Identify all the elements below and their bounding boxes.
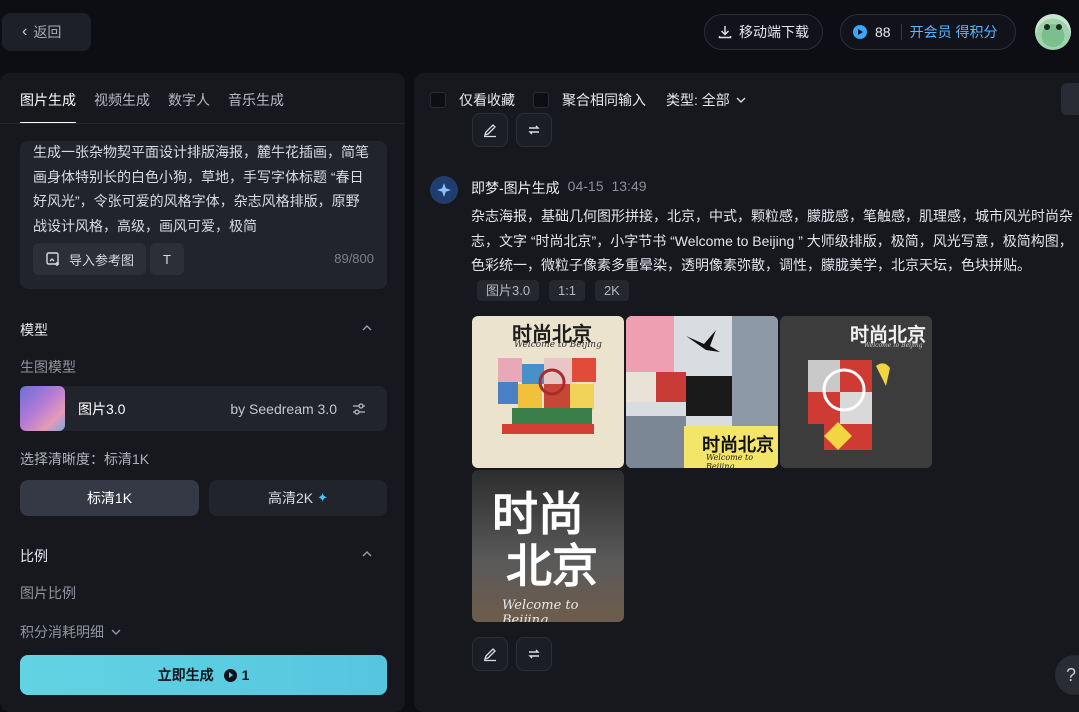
- tab-video-generation[interactable]: 视频生成: [94, 90, 150, 124]
- tab-image-generation[interactable]: 图片生成: [20, 90, 76, 124]
- poster-title-block: 时尚北京 Welcome to Beijing: [684, 426, 778, 468]
- generated-image-4[interactable]: 时尚 北京 Welcome to Beijing: [472, 470, 624, 622]
- regenerate-button[interactable]: [516, 637, 552, 671]
- merge-label: 聚合相同输入: [562, 90, 646, 110]
- poster-artwork: [780, 316, 932, 468]
- points-count: 88: [875, 24, 891, 40]
- ratio-tag: 1:1: [549, 280, 585, 301]
- chevron-left-icon: ‹: [22, 23, 27, 41]
- back-label: 返回: [33, 22, 61, 42]
- text-style-button[interactable]: T: [150, 243, 184, 275]
- model-tag: 图片3.0: [477, 280, 539, 301]
- chevron-down-icon: [110, 626, 122, 638]
- type-select[interactable]: 类型: 全部: [666, 90, 747, 110]
- message-header: 即梦-图片生成 04-15 13:49: [471, 178, 647, 198]
- prompt-text[interactable]: 生成一张杂物契平面设计排版海报，麓牛花插画，简笔画身体特别长的白色小狗，草地，手…: [33, 141, 373, 238]
- ratio-sub-label: 图片比例: [20, 583, 76, 603]
- model-provider: by Seedream 3.0: [230, 401, 337, 417]
- panel-tool-button[interactable]: [1061, 83, 1079, 115]
- generated-image-3[interactable]: 时尚北京 Welcome to Beijing: [780, 316, 932, 468]
- sliders-icon[interactable]: [351, 401, 367, 417]
- pencil-icon: [482, 122, 498, 138]
- filter-bar: 仅看收藏 聚合相同输入 类型: 全部: [430, 90, 747, 110]
- download-label: 移动端下载: [739, 22, 809, 42]
- merge-checkbox[interactable]: [533, 92, 549, 108]
- poster-subtitle: Welcome to Beijing: [706, 453, 778, 468]
- favorites-label: 仅看收藏: [459, 90, 515, 110]
- model-section-title: 模型: [20, 320, 48, 340]
- generate-label: 立即生成: [158, 665, 214, 685]
- model-sub-label: 生图模型: [20, 357, 76, 377]
- ratio-section-title: 比例: [20, 546, 48, 566]
- resolution-1k-label: 标清1K: [87, 488, 132, 508]
- model-selector[interactable]: 图片3.0 by Seedream 3.0: [20, 386, 387, 431]
- poster-title-line2: 北京: [506, 542, 598, 590]
- back-button[interactable]: ‹ 返回: [2, 13, 91, 51]
- message-source: 即梦-图片生成: [471, 178, 560, 198]
- poster-subtitle: Welcome to Beijing: [502, 598, 624, 622]
- poster-artwork: [472, 316, 624, 468]
- generate-cost: 1: [242, 667, 250, 683]
- type-select-label: 类型: 全部: [666, 90, 730, 110]
- divider: [901, 24, 902, 40]
- chevron-up-icon[interactable]: [361, 548, 373, 560]
- dreamina-logo-icon: [430, 176, 458, 204]
- sparkle-icon: ✦: [317, 490, 328, 506]
- member-link[interactable]: 开会员 得积分: [910, 22, 998, 42]
- poster-title-line1: 时尚: [492, 490, 584, 538]
- help-icon: ?: [1066, 665, 1076, 686]
- pencil-icon: [482, 646, 498, 662]
- membership-button[interactable]: 88 开会员 得积分: [840, 14, 1016, 50]
- import-reference-label: 导入参考图: [69, 250, 134, 269]
- message-time: 13:49: [611, 178, 646, 198]
- user-avatar[interactable]: [1035, 14, 1071, 50]
- points-coin-icon: [853, 25, 867, 39]
- generated-image-2[interactable]: 时尚北京 Welcome to Beijing: [626, 316, 778, 468]
- chevron-down-icon: [735, 94, 747, 106]
- message-prompt: 杂志海报，基础几何图形拼接，北京，中式，颗粒感，朦胧感，笔触感，肌理感，城市风光…: [471, 204, 1075, 302]
- generation-panel: 图片生成 视频生成 数字人 音乐生成 生成一张杂物契平面设计排版海报，麓牛花插画…: [0, 73, 405, 712]
- resolution-tag: 2K: [595, 280, 629, 301]
- resolution-1k-button[interactable]: 标清1K: [20, 480, 199, 516]
- generate-button[interactable]: 立即生成 1: [20, 655, 387, 695]
- message-date: 04-15: [568, 178, 604, 198]
- resolution-2k-button[interactable]: 高清2K ✦: [209, 480, 387, 516]
- tab-digital-human[interactable]: 数字人: [168, 90, 210, 124]
- credit-detail-toggle[interactable]: 积分消耗明细: [20, 622, 122, 642]
- merge-filter[interactable]: 聚合相同输入: [533, 90, 646, 110]
- message-prompt-text: 杂志海报，基础几何图形拼接，北京，中式，颗粒感，朦胧感，笔触感，肌理感，城市风光…: [471, 208, 1073, 273]
- model-thumbnail: [20, 386, 65, 431]
- prompt-input[interactable]: 生成一张杂物契平面设计排版海报，麓牛花插画，简笔画身体特别长的白色小狗，草地，手…: [20, 141, 387, 289]
- mode-tabs: 图片生成 视频生成 数字人 音乐生成: [20, 90, 302, 124]
- tab-music-generation[interactable]: 音乐生成: [228, 90, 284, 124]
- edit-button[interactable]: [472, 637, 508, 671]
- favorites-filter[interactable]: 仅看收藏: [430, 90, 515, 110]
- tabs-divider: [0, 123, 405, 124]
- import-reference-button[interactable]: 导入参考图: [33, 243, 146, 275]
- refresh-icon: [526, 646, 542, 662]
- refresh-icon: [526, 122, 542, 138]
- chevron-up-icon[interactable]: [361, 322, 373, 334]
- points-coin-icon: [224, 669, 237, 682]
- resolution-label: 选择清晰度：标清1K: [20, 449, 149, 469]
- generated-image-1[interactable]: 时尚北京 Welcome to Beijing: [472, 316, 624, 468]
- character-count: 89/800: [334, 251, 374, 266]
- credit-detail-label: 积分消耗明细: [20, 622, 104, 642]
- image-add-icon: [45, 251, 61, 267]
- edit-button[interactable]: [472, 113, 508, 147]
- mobile-download-button[interactable]: 移动端下载: [704, 14, 823, 50]
- history-panel: 仅看收藏 聚合相同输入 类型: 全部 即梦-图片生成 04-15 13:49 杂: [414, 73, 1079, 712]
- regenerate-button[interactable]: [516, 113, 552, 147]
- favorites-checkbox[interactable]: [430, 92, 446, 108]
- resolution-2k-label: 高清2K: [268, 488, 313, 508]
- text-style-icon: T: [163, 252, 171, 267]
- model-name: 图片3.0: [78, 399, 125, 419]
- download-icon: [717, 24, 733, 40]
